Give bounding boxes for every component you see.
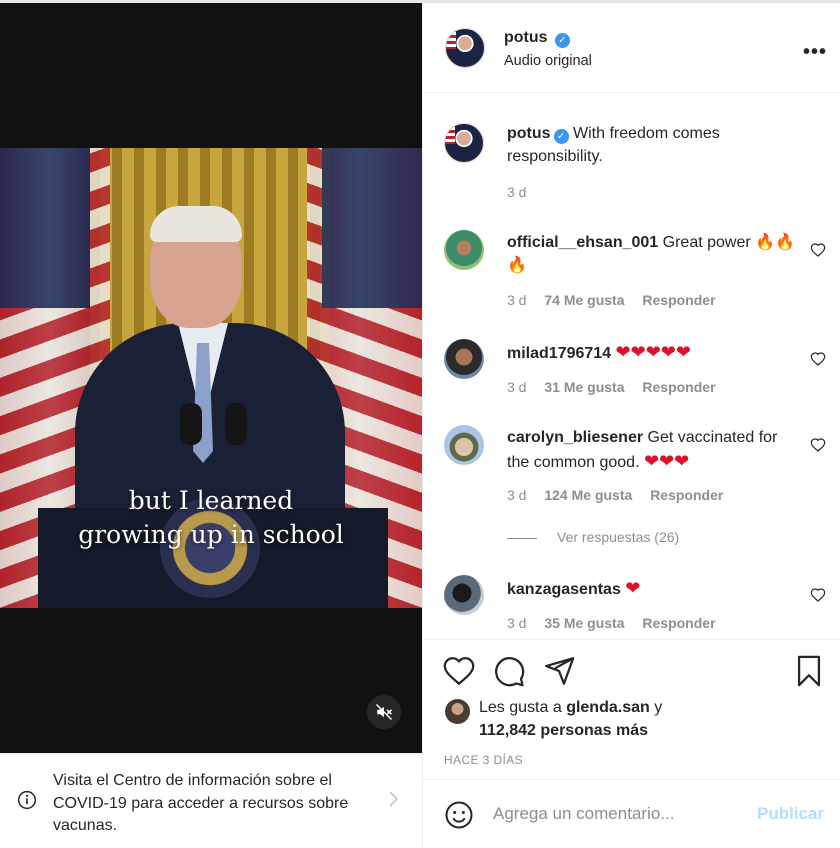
avatar[interactable] [444,230,484,270]
avatar[interactable] [445,699,470,724]
post-username[interactable]: potus [504,29,548,46]
likes-prefix: Les gusta a [479,699,562,716]
verified-badge-icon: ✓ [555,33,570,48]
likes-summary: Les gusta a glenda.san y 112,842 persona… [479,697,662,742]
post-header: potus ✓ Audio original ••• [423,3,840,93]
comment-time: 3 d [507,487,527,503]
verified-badge-icon: ✓ [553,129,569,144]
comment-likes[interactable]: 35 Me gusta [544,615,624,631]
post-actions: Les gusta a glenda.san y 112,842 persona… [423,639,840,779]
covid-banner-text[interactable]: Visita el Centro de información sobre el… [53,770,373,838]
view-replies-button[interactable]: Ver respuestas (26) [507,529,679,545]
comment-emojis: ❤❤❤❤❤ [615,342,691,362]
heart-icon[interactable] [810,437,826,453]
comment-text-block: carolyn_bliesener Get vaccinated for the… [507,427,797,474]
comment-icon[interactable] [492,654,526,688]
comment-username[interactable]: kanzagasentas [507,581,621,598]
comment-meta: 3 d 124 Me gusta Responder [507,487,723,503]
chevron-right-icon [389,791,399,807]
likes-and: y [654,699,663,716]
comment-text: Great power [662,234,751,251]
like-heart-icon[interactable] [442,654,476,688]
comment-meta: 3 d 74 Me gusta Responder [507,292,716,308]
more-options-icon[interactable]: ••• [803,41,827,64]
video-frame[interactable]: but I learned growing up in school [0,148,422,608]
video-caption: but I learned growing up in school [78,486,344,549]
heart-icon[interactable] [810,242,826,258]
liked-by-user-link[interactable]: glenda.san [566,699,650,716]
comment-meta: 3 d 35 Me gusta Responder [507,615,716,631]
audio-label[interactable]: Audio original [504,53,592,69]
comment-text-block: milad1796714 ❤❤❤❤❤ [507,341,797,366]
comment-time: 3 d [507,292,527,308]
replies-dash [507,537,537,539]
post-panel: potus ✓ Audio original ••• potus ✓ With f… [423,3,840,848]
post-timestamp[interactable]: HACE 3 DÍAS [444,753,523,767]
share-icon[interactable] [542,654,576,688]
video-mic-right [225,403,247,445]
comment-username[interactable]: carolyn_bliesener [507,429,643,446]
comment-username[interactable]: official__ehsan_001 [507,234,658,251]
heart-icon[interactable] [810,587,826,603]
comments-list: potus ✓ With freedom comes responsibility… [423,93,840,639]
comment-time: 3 d [507,379,527,395]
comment-username[interactable]: potus [507,125,551,142]
avatar[interactable] [444,123,484,163]
video-mic-left [180,403,202,445]
video-pane[interactable]: but I learned growing up in school [0,3,422,753]
caption-text-block: potus ✓ With freedom comes responsibility… [507,123,797,168]
comment-emojis: ❤❤❤ [643,450,690,471]
comment-input[interactable]: Agrega un comentario... [493,804,674,824]
comment-emojis: ❤ [625,578,641,598]
comment-text-block: kanzagasentas ❤ [507,577,797,602]
comment-likes[interactable]: 124 Me gusta [544,487,632,503]
add-comment-bar: Agrega un comentario... Publicar [423,779,840,848]
avatar[interactable] [444,575,484,615]
emoji-icon[interactable] [444,800,474,830]
comment-time: 3 d [507,184,527,200]
reply-button[interactable]: Responder [650,487,723,503]
comment-time: 3 d [507,615,527,631]
comment-likes[interactable]: 31 Me gusta [544,379,624,395]
comment-username[interactable]: milad1796714 [507,345,611,362]
view-replies-label[interactable]: Ver respuestas (26) [557,529,679,545]
comment-text-block: official__ehsan_001 Great power 🔥🔥🔥 [507,232,797,277]
avatar[interactable] [445,28,485,68]
comment-likes[interactable]: 74 Me gusta [544,292,624,308]
muted-speaker-icon [375,703,393,721]
heart-icon[interactable] [810,351,826,367]
bookmark-icon[interactable] [792,654,826,688]
comment-meta: 3 d 31 Me gusta Responder [507,379,716,395]
avatar[interactable] [444,425,484,465]
reply-button[interactable]: Responder [642,615,715,631]
video-hair [150,206,242,242]
info-icon [17,790,37,810]
reply-button[interactable]: Responder [642,379,715,395]
publish-button[interactable]: Publicar [757,804,824,824]
avatar[interactable] [444,339,484,379]
likes-count-link[interactable]: 112,842 personas más [479,722,648,739]
reply-button[interactable]: Responder [642,292,715,308]
mute-button[interactable] [367,695,401,729]
